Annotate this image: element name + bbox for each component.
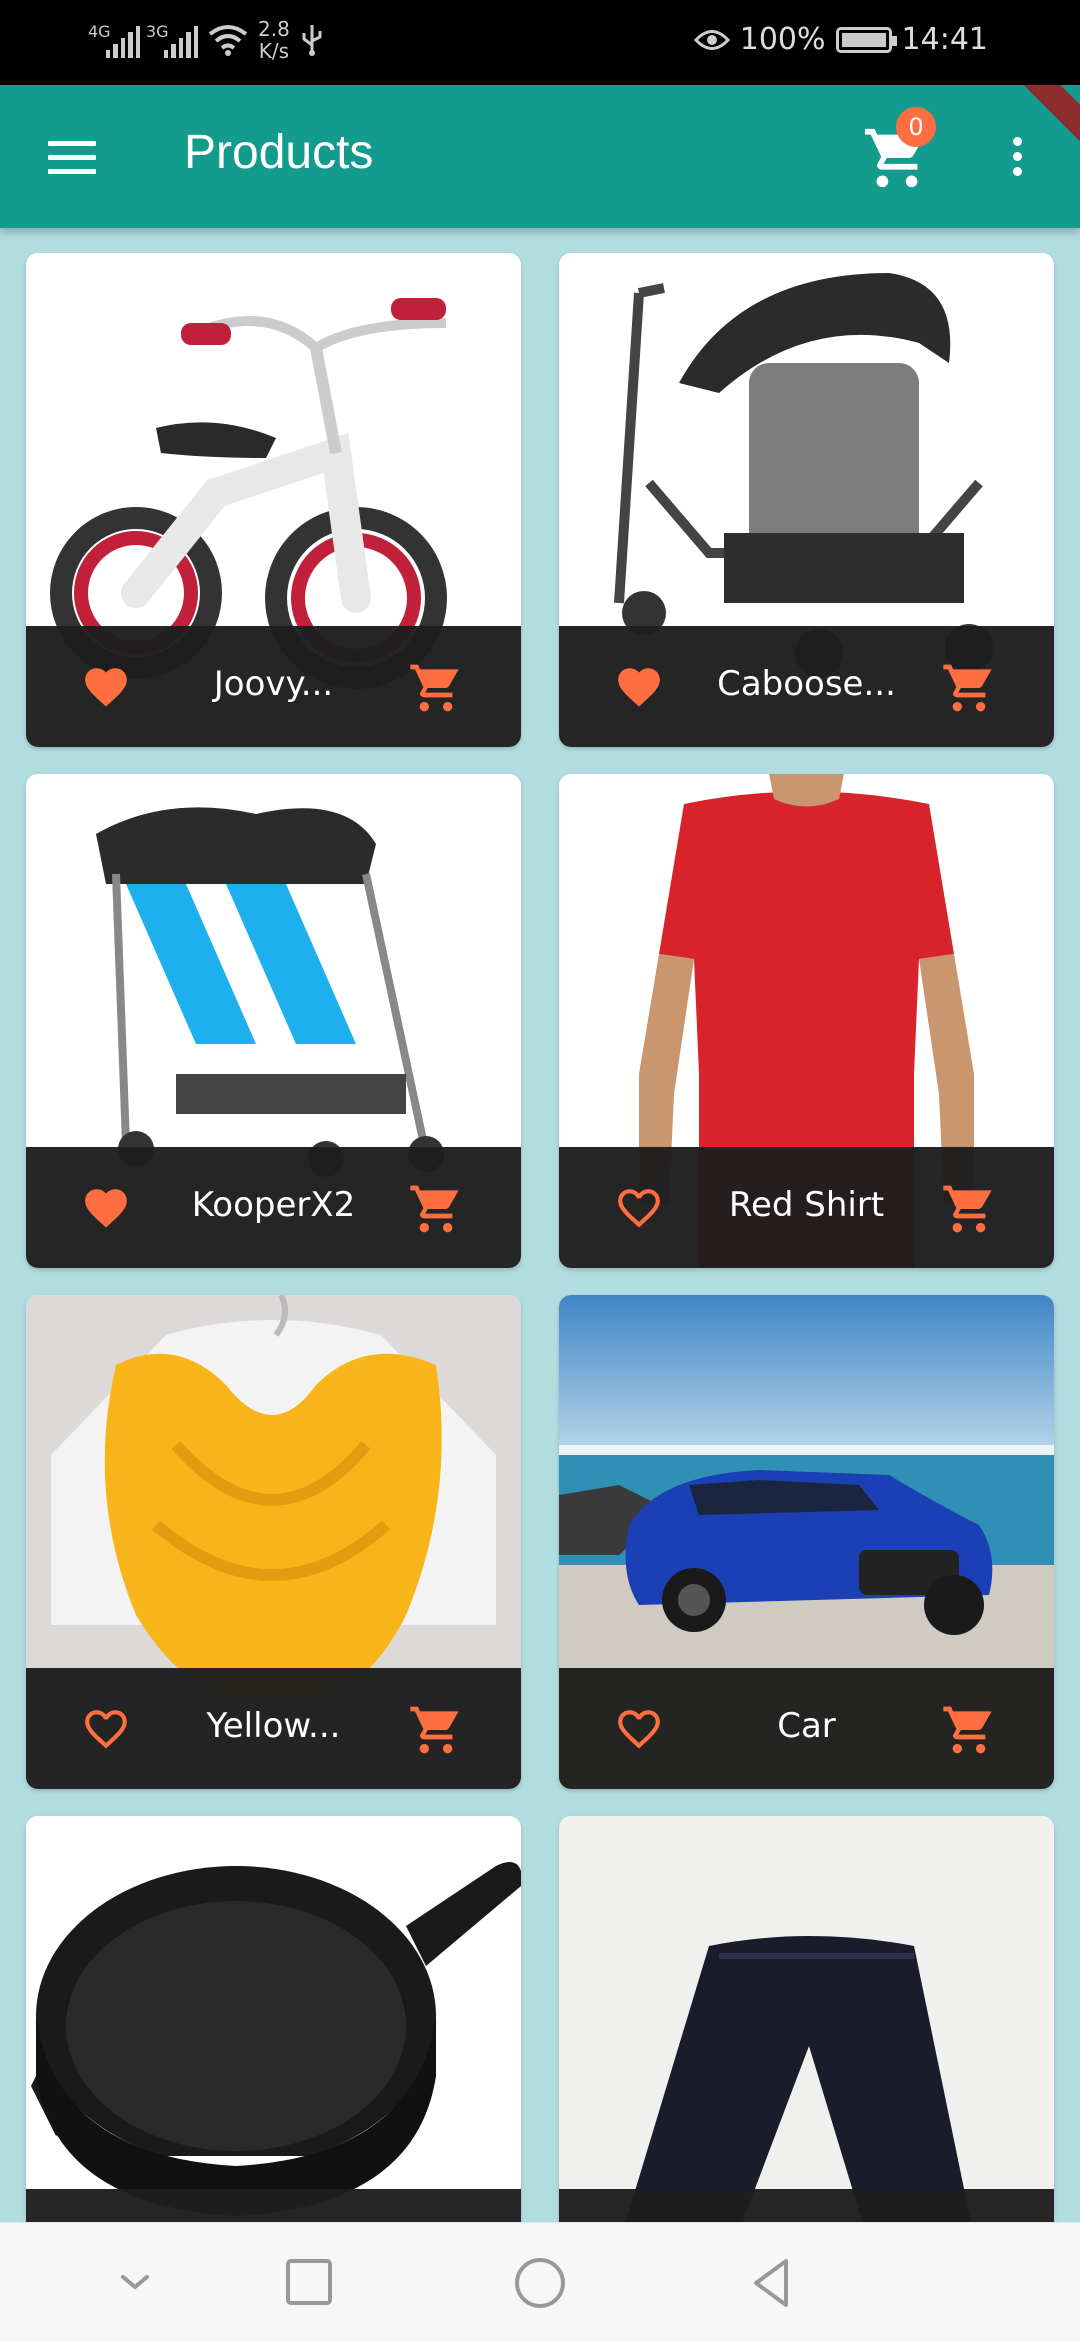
network-label-1: 4G bbox=[88, 22, 111, 41]
favorite-outline-icon[interactable] bbox=[611, 1704, 667, 1754]
product-name: Red Shirt bbox=[728, 1185, 885, 1225]
product-footer: Red Shirt bbox=[559, 1147, 1054, 1268]
signal-3g-icon: 3G bbox=[146, 22, 199, 58]
hamburger-menu-icon[interactable] bbox=[48, 141, 96, 174]
product-name: Joovy... bbox=[213, 664, 334, 704]
status-bar: 4G 3G 2.8 K/s 100% 14:41 bbox=[0, 0, 1080, 85]
favorite-filled-icon[interactable] bbox=[78, 1183, 134, 1233]
speed-value: 2.8 bbox=[258, 17, 290, 41]
add-to-cart-icon[interactable] bbox=[941, 660, 997, 716]
clock: 14:41 bbox=[901, 22, 988, 57]
product-card[interactable]: Red Shirt bbox=[559, 774, 1054, 1268]
wifi-icon bbox=[208, 25, 248, 56]
favorite-filled-icon[interactable] bbox=[78, 662, 134, 712]
favorite-outline-icon[interactable] bbox=[611, 1183, 667, 1233]
product-footer: Car bbox=[559, 1668, 1054, 1789]
product-card[interactable]: KooperX2 bbox=[26, 774, 521, 1268]
add-to-cart-icon[interactable] bbox=[408, 660, 464, 716]
product-name: Caboose... bbox=[717, 664, 896, 704]
status-left: 4G 3G 2.8 K/s bbox=[88, 18, 324, 62]
back-triangle-icon[interactable] bbox=[742, 2253, 802, 2313]
battery-percent: 100% bbox=[739, 22, 826, 57]
app-bar: Products 0 bbox=[0, 85, 1080, 228]
favorite-outline-icon[interactable] bbox=[78, 1704, 134, 1754]
page-title: Products bbox=[184, 126, 374, 179]
favorite-filled-icon[interactable] bbox=[611, 662, 667, 712]
cart-count-badge: 0 bbox=[896, 107, 936, 147]
usb-icon bbox=[302, 25, 322, 56]
network-label-2: 3G bbox=[146, 22, 169, 41]
battery-icon bbox=[835, 26, 897, 53]
product-card[interactable]: Joovy... bbox=[26, 253, 521, 747]
product-card[interactable]: Caboose... bbox=[559, 253, 1054, 747]
product-card[interactable]: Yellow... bbox=[26, 1295, 521, 1789]
signal-4g-icon: 4G bbox=[88, 22, 141, 58]
product-name: Car bbox=[777, 1706, 836, 1746]
network-speed: 2.8 K/s bbox=[258, 18, 290, 62]
recents-square-icon[interactable] bbox=[278, 2253, 338, 2313]
system-nav-bar bbox=[0, 2222, 1080, 2341]
chevron-down-icon[interactable] bbox=[105, 2253, 165, 2313]
product-name: KooperX2 bbox=[191, 1185, 356, 1225]
add-to-cart-icon[interactable] bbox=[941, 1702, 997, 1758]
home-circle-icon[interactable] bbox=[510, 2253, 570, 2313]
add-to-cart-icon[interactable] bbox=[408, 1181, 464, 1237]
more-vert-icon[interactable] bbox=[1010, 137, 1024, 181]
product-name: Yellow... bbox=[206, 1706, 341, 1746]
add-to-cart-icon[interactable] bbox=[408, 1702, 464, 1758]
product-footer: Joovy... bbox=[26, 626, 521, 747]
product-footer: Yellow... bbox=[26, 1668, 521, 1789]
add-to-cart-icon[interactable] bbox=[941, 1181, 997, 1237]
product-card[interactable]: Car bbox=[559, 1295, 1054, 1789]
product-footer: Caboose... bbox=[559, 626, 1054, 747]
product-footer: KooperX2 bbox=[26, 1147, 521, 1268]
speed-unit: K/s bbox=[258, 39, 290, 63]
eye-comfort-icon bbox=[693, 29, 730, 50]
status-right: 100% 14:41 bbox=[693, 22, 988, 57]
